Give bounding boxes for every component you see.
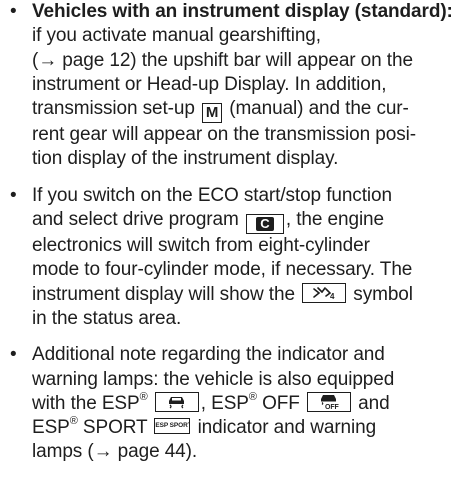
list-item: • Vehicles with an instrument display (s… [0, 0, 475, 172]
text-line: warning lamps: the vehicle is also equip… [32, 368, 395, 390]
text-line: lamps (→ page 44). [32, 441, 198, 463]
list-item: • Additional note regarding the indicato… [0, 343, 475, 464]
text-line: and select drive program C, the engine [32, 208, 471, 235]
text-line: (→ page 12) the upshift bar will appear … [32, 49, 413, 71]
text-line: rent gear will appear on the transmissio… [32, 124, 416, 146]
text-line: If you switch on the ECO start/stop func… [32, 184, 392, 206]
text-line: transmission set-up M (manual) and the c… [32, 98, 409, 124]
bullet-dot: • [10, 184, 17, 206]
text-line: mode to four-cylinder mode, if necessary… [32, 259, 413, 281]
esp-sport-icon: ESP SPORT [154, 418, 191, 435]
text-line: instrument or Head-up Display. In additi… [32, 73, 387, 95]
bullet-dot: • [10, 344, 17, 366]
manual-page: • Vehicles with an instrument display (s… [0, 0, 475, 485]
item-heading: Vehicles with an instrument display (sta… [32, 1, 453, 22]
text-line: tion display of the instrument display. [32, 148, 339, 170]
svg-text:OFF: OFF [325, 404, 340, 410]
esp-skid-car-icon [154, 391, 199, 412]
text-line: electronics will switch from eight-cylin… [32, 235, 370, 257]
drive-program-c-icon: C [245, 214, 284, 235]
bullet-list: • Vehicles with an instrument display (s… [0, 0, 475, 465]
four-cylinder-mode-icon: 4 [302, 282, 347, 303]
esp-off-skid-car-icon: OFF [306, 391, 351, 412]
bullet-dot: • [10, 1, 17, 22]
text-line: ESP® SPORT ESP SPORT indicator and warni… [32, 414, 377, 439]
svg-text:4: 4 [330, 292, 335, 301]
text-line: Additional note regarding the indicator … [32, 344, 385, 366]
text-line: in the status area. [32, 307, 182, 329]
list-item: • If you switch on the ECO start/stop fu… [0, 184, 475, 331]
text-line: instrument display will show the 4 symbo… [32, 282, 413, 305]
manual-mode-icon: M [202, 103, 223, 124]
text-line: if you activate manual gearshifting, [32, 25, 321, 47]
text-line: with the ESP® , ESP® OFF OFF and [32, 390, 390, 414]
